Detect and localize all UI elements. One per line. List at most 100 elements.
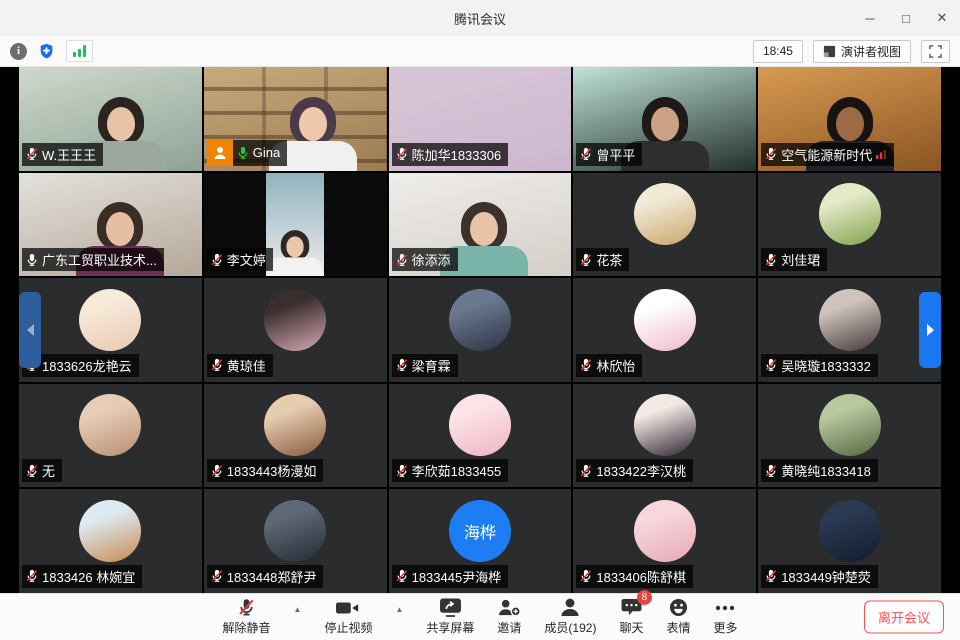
nameplate: 花茶 xyxy=(576,248,629,271)
nameplate-row: 广东工贸职业技术... xyxy=(22,248,164,271)
share-screen-button[interactable]: 共享屏幕 xyxy=(426,597,474,636)
nameplate-row: 林欣怡 xyxy=(576,354,642,377)
mic-muted-icon xyxy=(579,464,593,478)
mic-muted-icon xyxy=(579,569,593,583)
participant-tile[interactable]: 1833443杨漫如 xyxy=(204,384,387,488)
participant-tile[interactable]: Gina xyxy=(204,67,387,171)
participant-name: W.王王王 xyxy=(42,145,96,164)
nameplate: 李欣茹1833455 xyxy=(392,459,509,482)
chat-icon: 8 xyxy=(621,597,642,618)
mic-muted-icon xyxy=(579,358,593,372)
nameplate-row: 1833445尹海桦 xyxy=(392,565,509,588)
participant-tile[interactable]: 曾平平 xyxy=(573,67,756,171)
invite-button[interactable]: 邀请 xyxy=(497,597,521,636)
security-shield-icon[interactable] xyxy=(39,43,54,59)
participant-tile[interactable]: 海桦 1833445尹海桦 xyxy=(389,489,572,593)
network-signal-icon[interactable] xyxy=(66,40,93,62)
nameplate-row: 无 xyxy=(22,459,62,482)
nameplate: 梁育霖 xyxy=(392,354,458,377)
toolbar-label: 停止视频 xyxy=(324,619,372,636)
participant-name: 林欣怡 xyxy=(596,356,635,375)
mic-muted-icon xyxy=(25,464,39,478)
next-page-arrow[interactable] xyxy=(919,292,941,368)
avatar xyxy=(79,289,141,351)
participant-tile[interactable]: 黄琼佳 xyxy=(204,278,387,382)
mic-muted-icon xyxy=(764,464,778,478)
nameplate-row: 刘佳珺 xyxy=(761,248,827,271)
avatar: 海桦 xyxy=(449,500,511,562)
participant-name: 广东工贸职业技术... xyxy=(42,250,157,269)
participant-tile[interactable]: 1833626龙艳云 xyxy=(19,278,202,382)
participant-tile[interactable]: 空气能源新时代 xyxy=(758,67,941,171)
members-button[interactable]: 成员(192) xyxy=(544,597,596,636)
participant-tile[interactable]: 花茶 xyxy=(573,173,756,277)
participant-name: 黄琼佳 xyxy=(227,356,266,375)
nameplate-row: 花茶 xyxy=(576,248,629,271)
nameplate-row: 陈加华1833306 xyxy=(392,143,509,166)
more-button[interactable]: 更多 xyxy=(713,597,737,636)
participant-tile[interactable]: 广东工贸职业技术... xyxy=(19,173,202,277)
mic-muted-icon xyxy=(25,569,39,583)
participant-tile[interactable]: 吴晓璇1833332 xyxy=(758,278,941,382)
fullscreen-button[interactable] xyxy=(921,40,950,63)
emoji-icon xyxy=(669,597,688,618)
participant-tile[interactable]: 1833406陈舒棋 xyxy=(573,489,756,593)
meeting-top-bar: i 18:45 演讲者视图 xyxy=(0,36,960,67)
meeting-info-icon[interactable]: i xyxy=(10,43,27,60)
chat-button[interactable]: 8 聊天 xyxy=(619,597,643,636)
mic-muted-icon xyxy=(764,253,778,267)
participant-tile[interactable]: W.王王王 xyxy=(19,67,202,171)
participant-name: 1833626龙艳云 xyxy=(42,356,132,375)
nameplate: 曾平平 xyxy=(576,143,642,166)
participant-video-figure xyxy=(264,225,326,276)
participant-tile[interactable]: 李欣茹1833455 xyxy=(389,384,572,488)
network-quality-icon xyxy=(875,148,887,160)
nameplate: Gina xyxy=(233,140,287,166)
unmute-button[interactable]: 解除静音 xyxy=(223,597,271,636)
nameplate: 1833422李汉桃 xyxy=(576,459,693,482)
participant-tile[interactable]: 1833449钟楚荧 xyxy=(758,489,941,593)
avatar xyxy=(449,394,511,456)
participant-tile[interactable]: 1833422李汉桃 xyxy=(573,384,756,488)
title-bar: 腾讯会议 ─ □ ✕ xyxy=(0,0,960,36)
participant-tile[interactable]: 黄晓纯1833418 xyxy=(758,384,941,488)
participant-tile[interactable]: 刘佳珺 xyxy=(758,173,941,277)
toolbar-label: 表情 xyxy=(666,619,690,636)
participant-name: 无 xyxy=(42,461,55,480)
participant-name: 梁育霖 xyxy=(412,356,451,375)
participant-tile[interactable]: 1833448郑舒尹 xyxy=(204,489,387,593)
participant-tile[interactable]: 梁育霖 xyxy=(389,278,572,382)
audio-options-caret[interactable]: ▲ xyxy=(294,606,302,614)
participant-tile[interactable]: 林欣怡 xyxy=(573,278,756,382)
participant-tile[interactable]: 1833426 林婉宜 xyxy=(19,489,202,593)
participant-name: 陈加华1833306 xyxy=(412,145,502,164)
maximize-button[interactable]: □ xyxy=(888,0,924,36)
video-options-caret[interactable]: ▲ xyxy=(395,606,403,614)
minimize-button[interactable]: ─ xyxy=(852,0,888,36)
participant-name: 空气能源新时代 xyxy=(781,145,872,164)
mic-muted-icon xyxy=(210,253,224,267)
host-badge-icon xyxy=(207,140,233,166)
nameplate-row: 李文婷 xyxy=(207,248,273,271)
window-controls: ─ □ ✕ xyxy=(852,0,960,36)
participant-tile[interactable]: 徐添添 xyxy=(389,173,572,277)
mic-muted-icon xyxy=(237,597,256,618)
previous-page-arrow[interactable] xyxy=(19,292,41,368)
invite-icon xyxy=(498,597,521,618)
participant-name: 吴晓璇1833332 xyxy=(781,356,871,375)
participant-name: 1833448郑舒尹 xyxy=(227,567,317,586)
participant-name: 李文婷 xyxy=(227,250,266,269)
participant-name: 徐添添 xyxy=(412,250,451,269)
participant-tile[interactable]: 陈加华1833306 xyxy=(389,67,572,171)
mic-muted-icon xyxy=(764,147,778,161)
leave-meeting-button[interactable]: 离开会议 xyxy=(864,601,944,634)
emoji-button[interactable]: 表情 xyxy=(666,597,690,636)
participant-tile[interactable]: 李文婷 xyxy=(204,173,387,277)
participant-tile[interactable]: 无 xyxy=(19,384,202,488)
mic-muted-icon xyxy=(764,358,778,372)
stop-video-button[interactable]: 停止视频 xyxy=(324,597,372,636)
speaker-view-button[interactable]: 演讲者视图 xyxy=(813,40,911,63)
close-button[interactable]: ✕ xyxy=(924,0,960,36)
nameplate-row: 1833426 林婉宜 xyxy=(22,565,142,588)
mic-muted-icon xyxy=(395,464,409,478)
